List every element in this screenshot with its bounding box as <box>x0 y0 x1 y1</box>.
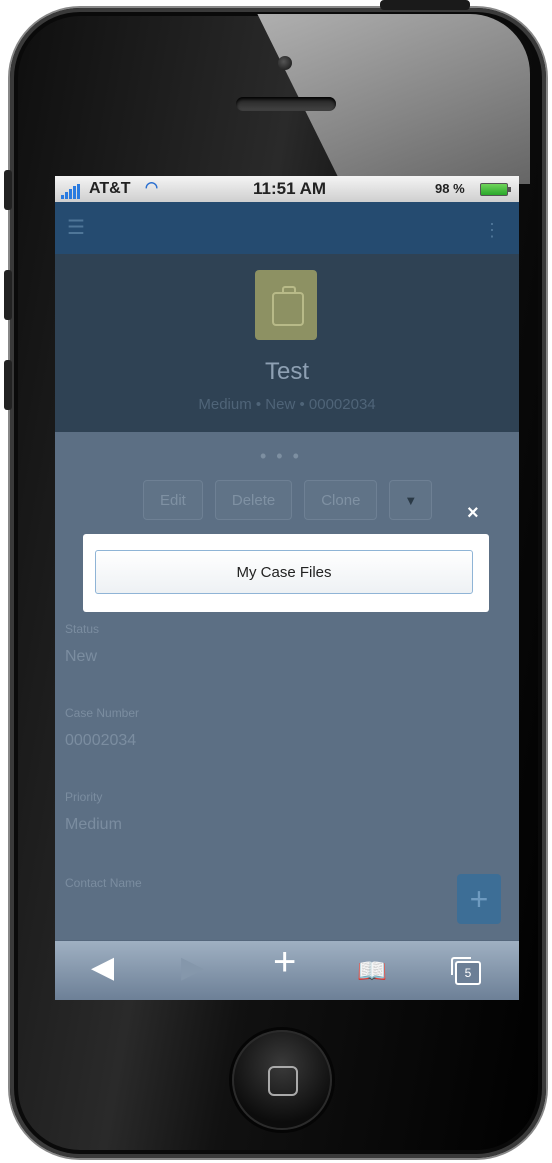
volume-up-button <box>4 270 12 320</box>
wifi-icon: ◠ <box>145 179 159 196</box>
carrier-name: AT&T <box>89 180 131 197</box>
field-value-priority: Medium <box>65 816 122 833</box>
case-icon <box>255 270 317 340</box>
record-subtitle: Medium • New • 00002034 <box>198 396 376 413</box>
modal-dialog: My Case Files <box>83 534 489 612</box>
signal-icon <box>61 184 80 199</box>
add-bookmark-icon[interactable]: + <box>273 942 296 982</box>
field-label-case-number: Case Number <box>65 706 140 720</box>
sleep-button <box>380 0 470 10</box>
more-actions-button[interactable]: ▼ <box>389 480 433 520</box>
volume-down-button <box>4 360 12 410</box>
app-header: ☰ ⋮ <box>55 202 519 254</box>
field-value-case-number: 00002034 <box>65 732 137 749</box>
delete-button[interactable]: Delete <box>214 480 293 520</box>
status-bar: AT&T ◠ 11:51 AM 98 % <box>55 176 519 202</box>
action-bar: Edit Delete Clone ▼ <box>143 480 433 520</box>
back-icon[interactable]: ◀ <box>91 953 114 983</box>
browser-toolbar: ◀ ▶ + 📖 5 <box>55 940 519 1000</box>
field-label-contact-name: Contact Name <box>65 876 142 890</box>
my-case-files-button[interactable]: My Case Files <box>95 550 473 594</box>
menu-icon[interactable]: ☰ <box>67 218 89 238</box>
forward-icon[interactable]: ▶ <box>181 953 204 983</box>
battery-percent: 98 % <box>435 181 465 196</box>
speaker <box>236 97 336 111</box>
status-time: 11:51 AM <box>253 179 327 198</box>
edit-button[interactable]: Edit <box>143 480 203 520</box>
record-header: Test Medium • New • 00002034 <box>55 254 519 432</box>
add-fab-button[interactable]: + <box>457 874 501 924</box>
home-button[interactable] <box>232 1030 332 1130</box>
page-indicator: ••• <box>260 446 309 466</box>
camera <box>278 56 292 70</box>
mute-switch <box>4 170 12 210</box>
field-label-status: Status <box>65 622 100 636</box>
close-icon[interactable]: × <box>467 502 479 525</box>
screen: AT&T ◠ 11:51 AM 98 % ☰ ⋮ Test Medium • N… <box>55 176 519 1000</box>
tabs-icon[interactable]: 5 <box>451 957 481 985</box>
bookmarks-icon[interactable]: 📖 <box>357 957 387 987</box>
battery-icon <box>480 183 511 196</box>
more-icon[interactable]: ⋮ <box>483 220 501 241</box>
field-value-status: New <box>65 648 98 665</box>
record-title: Test <box>264 358 309 385</box>
clone-button[interactable]: Clone <box>304 480 378 520</box>
field-label-priority: Priority <box>65 790 103 804</box>
